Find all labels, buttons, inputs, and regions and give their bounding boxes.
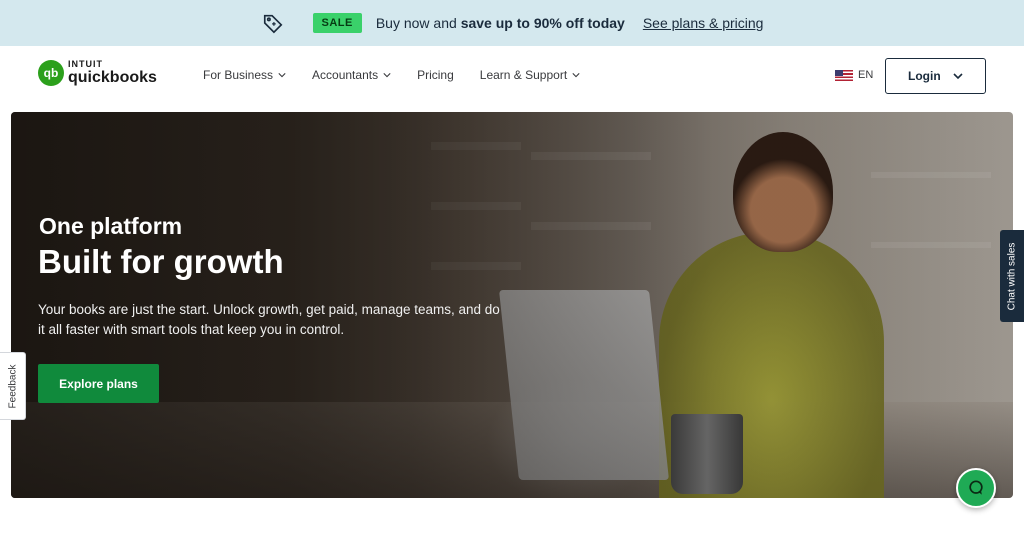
explore-plans-button[interactable]: Explore plans [38,364,159,403]
login-button[interactable]: Login [885,58,986,94]
chat-with-sales-tab[interactable]: Chat with sales [1000,230,1024,322]
chat-icon [969,480,983,495]
nav-for-business[interactable]: For Business [203,68,286,82]
hero-description: Your books are just the start. Unlock gr… [38,302,500,337]
tag-icon [261,11,285,35]
promo-banner: SALE Buy now and save up to 90% off toda… [0,0,1024,46]
us-flag-icon [835,69,853,81]
chevron-down-icon [953,73,963,80]
hero-banner: One platform Built for growth Your books… [11,112,1013,498]
chevron-down-icon [278,73,286,78]
main-nav: For Business Accountants Pricing Learn &… [203,68,580,82]
hero-eyebrow: One platform [39,213,183,239]
site-header: qb INTUIT quickbooks For Business Accoun… [0,46,1024,110]
qb-logo-icon: qb [38,60,64,86]
logo-intuit-text: INTUIT [68,59,103,69]
logo-quickbooks-text: quickbooks [68,69,157,86]
hero-title: Built for growth [38,243,284,280]
nav-accountants[interactable]: Accountants [312,68,391,82]
language-selector[interactable]: EN [835,69,873,81]
feedback-tab[interactable]: Feedback [0,352,26,420]
chevron-down-icon [572,73,580,78]
nav-pricing[interactable]: Pricing [417,68,454,82]
nav-learn-support[interactable]: Learn & Support [480,68,580,82]
promo-text: Buy now and save up to 90% off today [375,15,625,31]
sale-badge: SALE [312,13,362,33]
see-plans-link[interactable]: See plans & pricing [643,15,764,31]
chevron-down-icon [383,73,391,78]
quickbooks-logo[interactable]: qb INTUIT quickbooks [38,60,157,86]
chat-bubble-button[interactable] [956,468,996,508]
